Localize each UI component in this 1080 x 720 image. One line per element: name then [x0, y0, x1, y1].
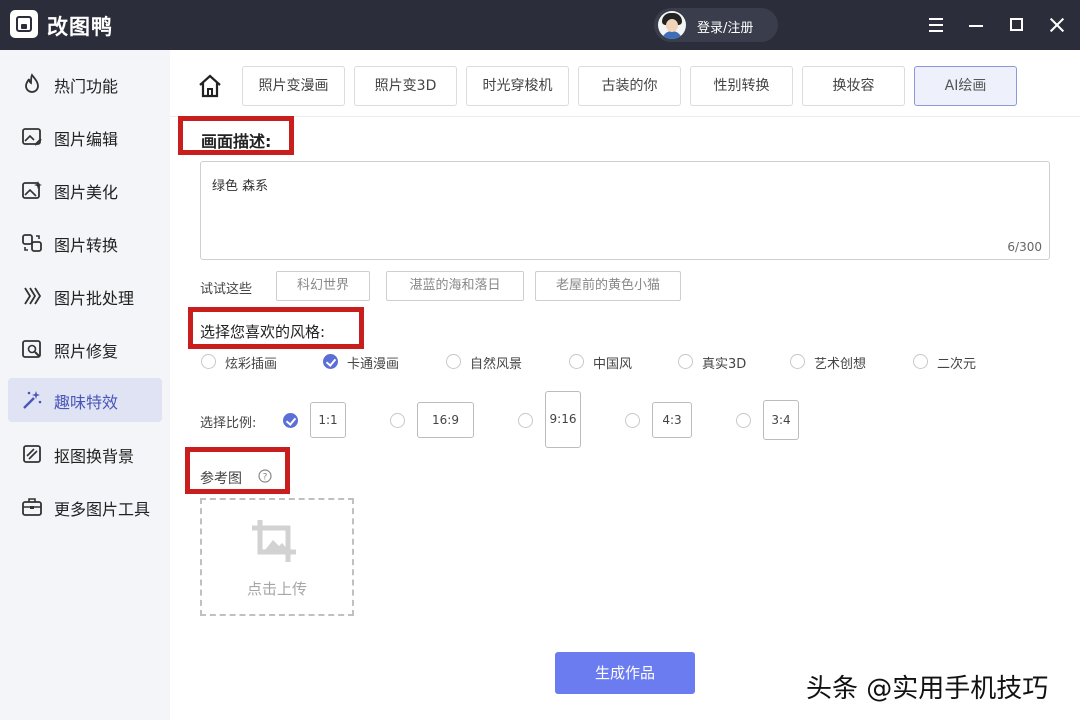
sidebar-item-cutout[interactable]: 抠图换背景 — [8, 432, 162, 476]
sidebar-item-beauty[interactable]: 图片美化 — [8, 168, 162, 212]
minimize-icon[interactable] — [965, 14, 987, 36]
sidebar-item-repair[interactable]: 照片修复 — [8, 327, 162, 371]
ratio-radio[interactable] — [283, 413, 298, 428]
sidebar-item-convert[interactable]: 图片转换 — [8, 221, 162, 265]
login-label: 登录/注册 — [697, 21, 754, 36]
login-button[interactable]: 登录/注册 — [654, 8, 778, 42]
style-radio[interactable] — [913, 354, 928, 369]
style-radio[interactable] — [446, 354, 461, 369]
ratio-option-3-4[interactable]: 3:4 — [763, 400, 799, 440]
sidebar-item-hot[interactable]: 热门功能 — [8, 62, 162, 106]
title-bar: 改图鸭 登录/注册 — [0, 0, 1080, 50]
tabs-divider — [170, 116, 1080, 117]
suggestions-label: 试试这些 — [200, 282, 253, 297]
tab-gender-swap[interactable]: 性别转换 — [690, 66, 793, 106]
watermark-text: 头条 @实用手机技巧 — [806, 674, 1049, 704]
style-option-label: 自然风景 — [470, 357, 523, 372]
ratio-option-9-16[interactable]: 9:16 — [545, 391, 581, 448]
home-icon[interactable] — [196, 72, 224, 100]
magic-wand-icon — [23, 391, 42, 409]
upload-label: 点击上传 — [246, 580, 307, 598]
tab-ancient-costume[interactable]: 古装的你 — [578, 66, 681, 106]
style-radio[interactable] — [790, 354, 805, 369]
suggestion-chip[interactable]: 科幻世界 — [276, 271, 370, 301]
flame-icon — [25, 73, 39, 93]
sidebar-item-effects[interactable]: 趣味特效 — [8, 378, 162, 422]
menu-icon[interactable] — [925, 14, 947, 36]
style-option-label: 炫彩插画 — [225, 357, 278, 372]
style-option-label: 中国风 — [593, 357, 633, 372]
style-option-label: 二次元 — [937, 357, 977, 372]
style-option-label: 艺术创想 — [814, 357, 867, 372]
image-beauty-icon — [22, 181, 42, 199]
ratio-radio[interactable] — [736, 413, 751, 428]
tab-time-machine[interactable]: 时光穿梭机 — [466, 66, 569, 106]
convert-icon — [22, 234, 42, 252]
ratio-option-4-3[interactable]: 4:3 — [652, 402, 692, 438]
generate-button[interactable]: 生成作品 — [555, 652, 695, 694]
description-input[interactable]: 绿色 森系 6/300 — [200, 161, 1050, 260]
toolbox-icon — [22, 498, 42, 516]
sidebar-item-batch[interactable]: 图片批处理 — [8, 274, 162, 318]
repair-icon — [22, 340, 41, 358]
tab-photo-to-3d[interactable]: 照片变3D — [354, 66, 457, 106]
ratio-radio[interactable] — [390, 413, 405, 428]
description-title: 画面描述: — [201, 132, 272, 151]
batch-icon — [24, 287, 42, 305]
image-upload-icon — [252, 520, 296, 562]
svg-text:?: ? — [263, 473, 268, 483]
suggestion-chip[interactable]: 湛蓝的海和落日 — [386, 271, 524, 301]
style-option-label: 卡通漫画 — [347, 357, 400, 372]
ratio-option-1-1[interactable]: 1:1 — [310, 402, 346, 438]
image-edit-icon — [22, 128, 42, 146]
sidebar-item-more-tools[interactable]: 更多图片工具 — [8, 485, 162, 529]
maximize-icon[interactable] — [1005, 14, 1027, 36]
avatar — [658, 11, 686, 39]
char-count: 6/300 — [1007, 240, 1042, 254]
cutout-icon — [23, 445, 41, 463]
ratio-option-16-9[interactable]: 16:9 — [417, 402, 474, 438]
ratio-radio[interactable] — [518, 413, 533, 428]
reference-title: 参考图 — [200, 471, 242, 487]
ratio-label: 选择比例: — [200, 416, 257, 431]
style-radio[interactable] — [323, 354, 338, 369]
tab-makeup[interactable]: 换妆容 — [802, 66, 905, 106]
description-value: 绿色 森系 — [212, 179, 269, 194]
style-option-label: 真实3D — [702, 357, 747, 372]
style-title: 选择您喜欢的风格: — [200, 323, 326, 341]
close-icon[interactable] — [1046, 14, 1068, 36]
style-radio[interactable] — [201, 354, 216, 369]
question-circle-icon[interactable]: ? — [258, 469, 272, 483]
sidebar: 热门功能 图片编辑 图片美化 图片转换 图片批处理 照片修复 趣味特效 抠图换背… — [0, 50, 170, 720]
app-title: 改图鸭 — [47, 15, 113, 39]
style-radio[interactable] — [569, 354, 584, 369]
suggestion-chip[interactable]: 老屋前的黄色小猫 — [535, 271, 681, 301]
ratio-radio[interactable] — [625, 413, 640, 428]
style-radio[interactable] — [678, 354, 693, 369]
tab-ai-painting[interactable]: AI绘画 — [914, 66, 1017, 106]
app-logo-icon — [10, 10, 38, 38]
upload-area[interactable]: 点击上传 — [200, 498, 354, 616]
sidebar-item-edit[interactable]: 图片编辑 — [8, 115, 162, 159]
tab-photo-to-comic[interactable]: 照片变漫画 — [242, 66, 345, 106]
